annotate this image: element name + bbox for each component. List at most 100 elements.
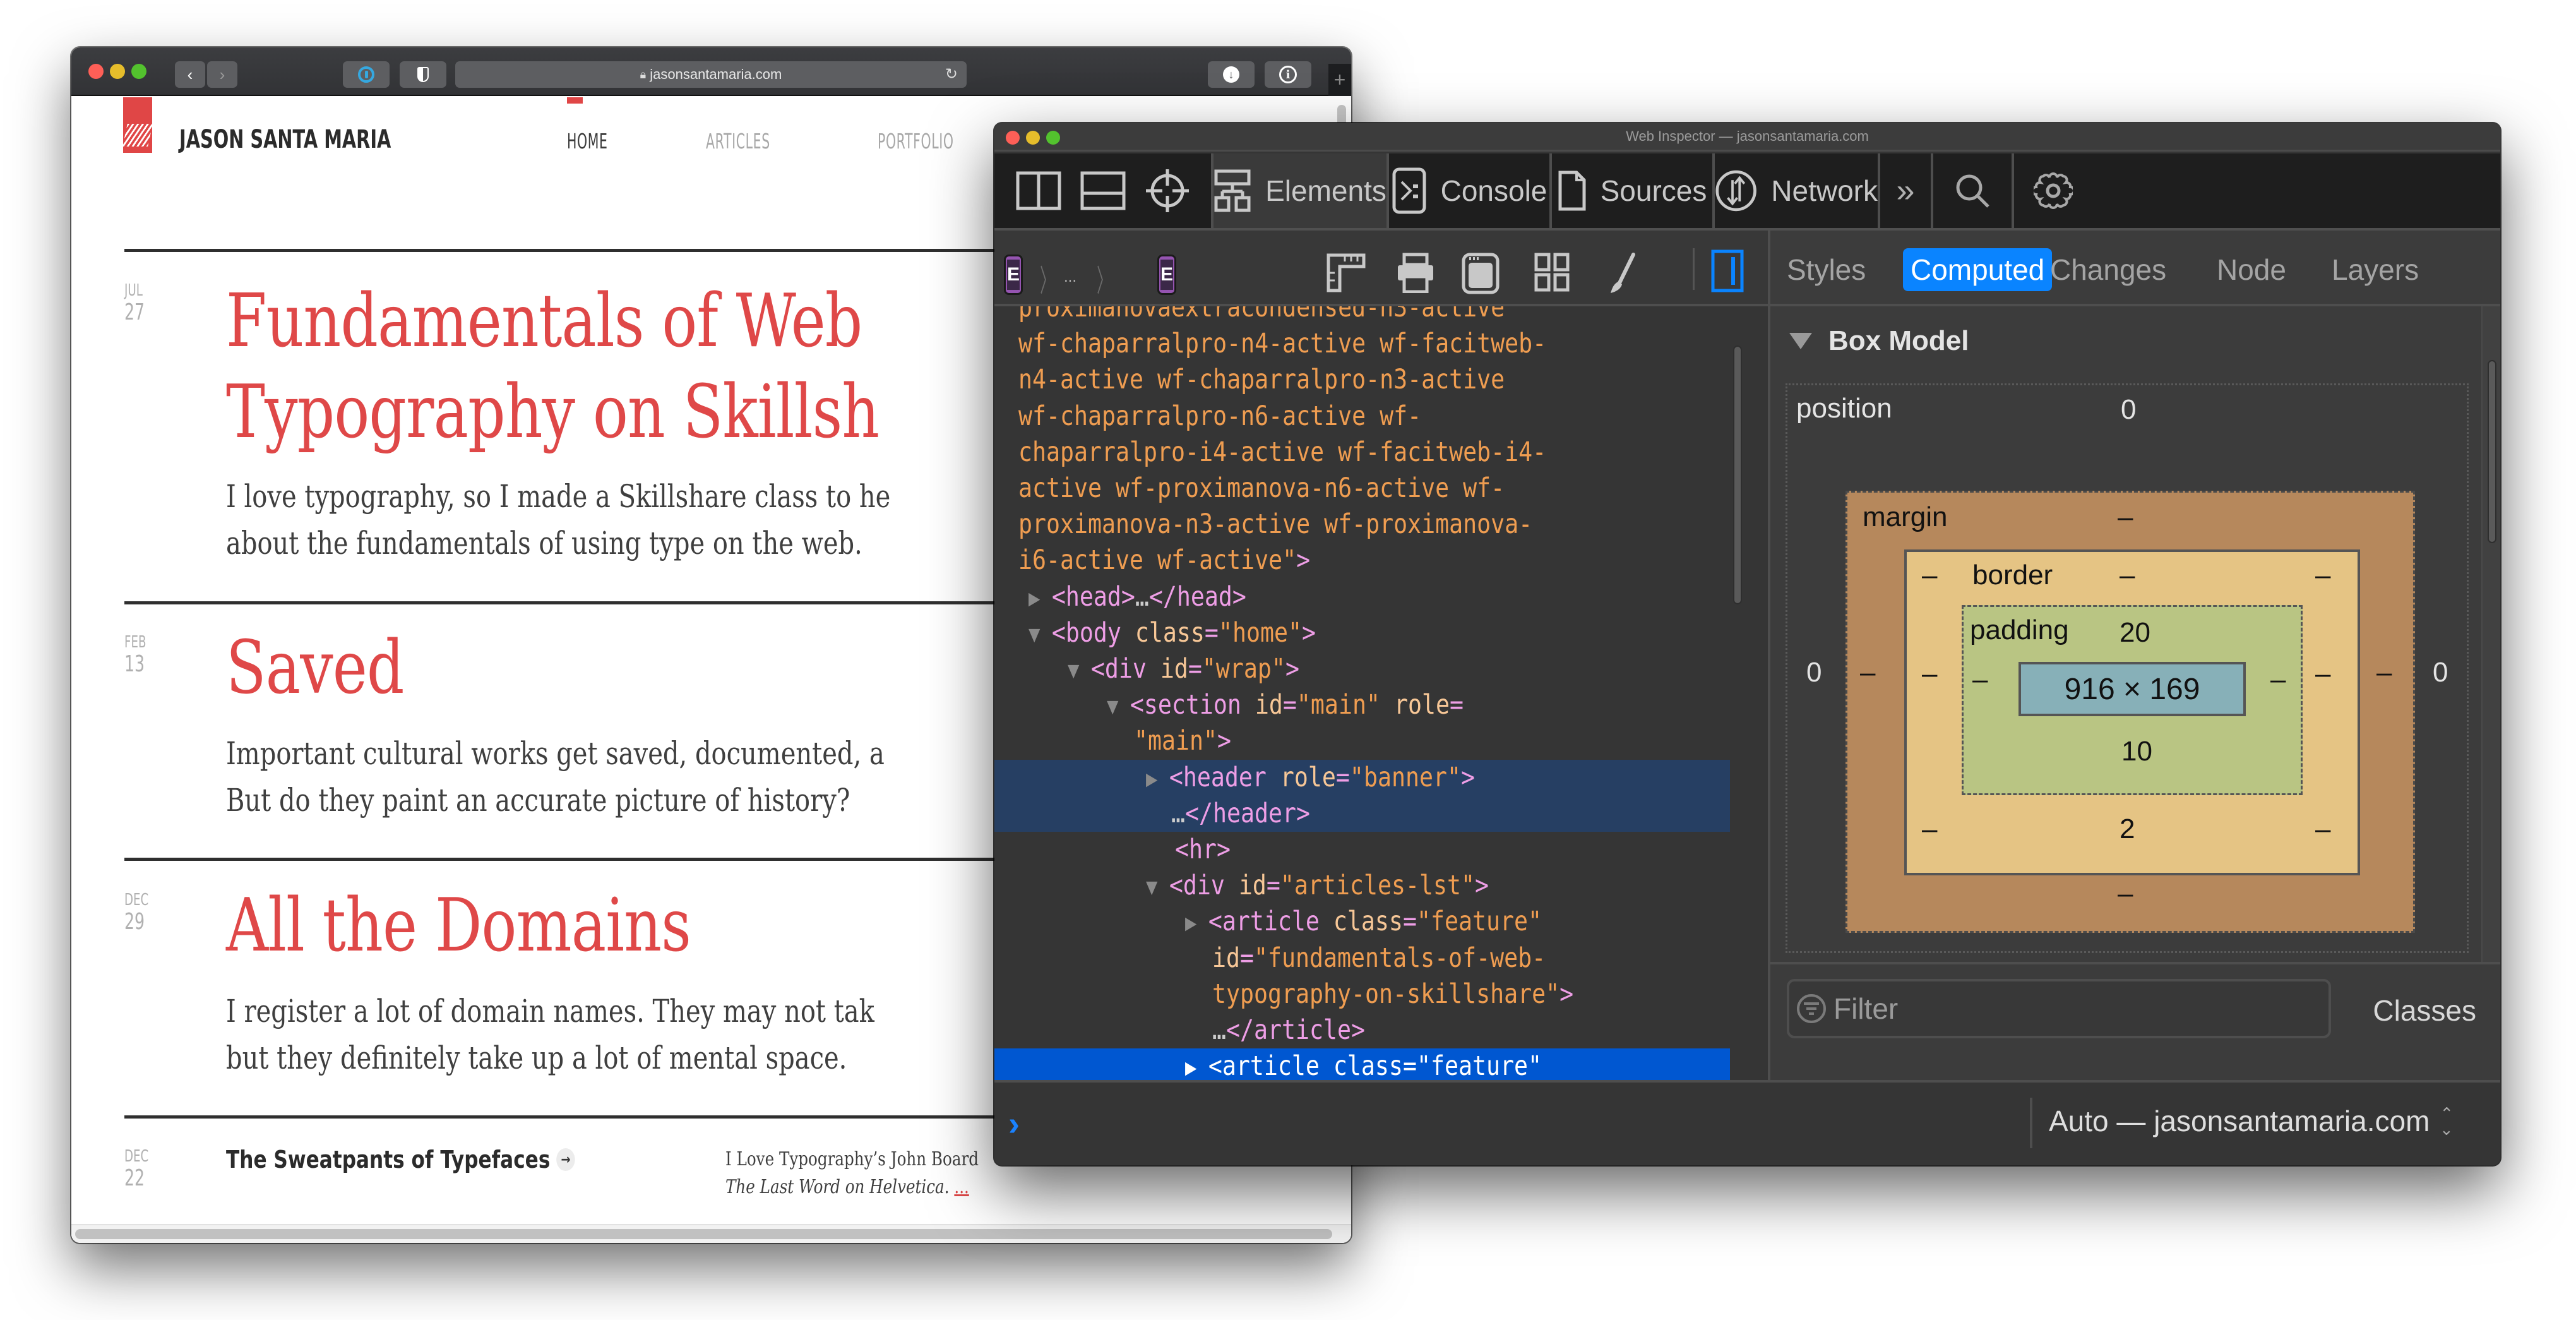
border-right[interactable]: – (2315, 658, 2330, 690)
padding-top[interactable]: 20 (2120, 617, 2150, 649)
breadcrumb-ellipsis[interactable]: ... (1064, 268, 1076, 286)
margin-top[interactable]: – (2118, 501, 2133, 533)
forward-button[interactable]: › (207, 61, 237, 88)
disclosure-expanded-icon[interactable]: ▼ (1068, 657, 1091, 683)
dom-node[interactable]: ▼ <div id="wrap"> (994, 651, 1730, 687)
dom-node[interactable]: ▼ <section id="main" role= (994, 687, 1730, 723)
disclosure-expanded-icon[interactable]: ▼ (1107, 693, 1130, 719)
sidebar-scrollbar[interactable] (2488, 360, 2496, 543)
disclosure-expanded-icon[interactable]: ▼ (1029, 621, 1052, 647)
horizontal-scrollbar[interactable] (75, 1229, 1332, 1239)
classes-toggle-button[interactable]: Classes (2373, 993, 2476, 1028)
computed-filter[interactable] (1787, 979, 2331, 1038)
position-top[interactable]: 0 (2121, 394, 2136, 426)
position-right[interactable]: 0 (2433, 657, 2448, 688)
nav-articles[interactable]: ARTICLES (706, 129, 770, 153)
dom-node[interactable]: n4-active wf-chaparralpro-n3-active (994, 362, 1730, 398)
padding-right[interactable]: – (2270, 664, 2286, 695)
dom-node[interactable]: id="fundamentals-of-web- (994, 940, 1730, 976)
rulers-icon[interactable] (1326, 253, 1366, 293)
dom-node[interactable]: proximanova-n3-active wf-proximanova- (994, 507, 1730, 543)
dom-node[interactable]: i6-active wf-active"> (994, 543, 1730, 579)
tab-network[interactable]: Network (1715, 153, 1880, 228)
sidebar-toggle-icon[interactable] (1711, 249, 1744, 292)
disclosure-expanded-icon[interactable]: ▼ (1146, 874, 1169, 900)
box-model-section-header[interactable]: Box Model (1789, 325, 1969, 357)
tab-node[interactable]: Node (2209, 248, 2294, 291)
dom-node[interactable]: active wf-proximanova-n6-active wf- (994, 471, 1730, 507)
tab-changes[interactable]: Changes (2042, 248, 2174, 291)
border-left[interactable]: – (1922, 658, 1937, 690)
dom-node[interactable]: <hr> (994, 832, 1730, 868)
dom-node-selected[interactable]: ▶ <article class="feature" (994, 1048, 1730, 1080)
dom-node[interactable]: wf-chaparralpro-n4-active wf-facitweb- (994, 326, 1730, 362)
print-styles-icon[interactable] (1395, 253, 1436, 293)
margin-bottom[interactable]: – (2118, 878, 2133, 909)
dom-node[interactable]: …</header> (994, 795, 1730, 832)
downloads-button[interactable]: ↓ (1208, 61, 1255, 88)
password-manager-button[interactable] (343, 61, 390, 88)
dom-node[interactable]: "main"> (994, 723, 1730, 759)
dom-tree[interactable]: proximanovaextracondensed-n3-active wf-ch… (994, 306, 1768, 1080)
tab-elements[interactable]: Elements (1213, 153, 1389, 228)
close-window-button[interactable] (88, 64, 104, 79)
more-tabs-button[interactable]: » (1880, 153, 1933, 228)
dom-node[interactable]: ▶ <article class="feature" (994, 904, 1730, 940)
padding-bottom[interactable]: 10 (2121, 736, 2152, 767)
disclosure-collapsed-icon[interactable]: ▶ (1185, 1055, 1208, 1080)
site-logo[interactable] (122, 97, 153, 153)
privacy-report-button[interactable] (400, 61, 446, 88)
dom-node[interactable]: ▼ <body class="home"> (994, 615, 1730, 651)
compositing-borders-icon[interactable] (1534, 253, 1570, 292)
back-button[interactable]: ‹ (175, 61, 205, 88)
tab-sources[interactable]: Sources (1552, 153, 1715, 228)
article-title[interactable]: Fundamentals of Web Typography on Skills… (226, 276, 880, 458)
article-title[interactable]: Saved (226, 623, 404, 714)
nav-portfolio[interactable]: PORTFOLIO (878, 129, 954, 153)
element-picker-icon[interactable] (1145, 168, 1190, 213)
breadcrumb-html[interactable]: E (1004, 255, 1023, 295)
article-title[interactable]: All the Domains (226, 880, 691, 971)
execution-context-select[interactable]: Auto — jasonsantamaria.com ⌃ ⌃ (2049, 1104, 2454, 1138)
dom-node[interactable]: typography-on-skillshare"> (994, 976, 1730, 1012)
zoom-window-button[interactable] (131, 64, 146, 79)
margin-right[interactable]: – (2376, 657, 2392, 688)
tab-styles[interactable]: Styles (1779, 248, 1873, 291)
dom-node[interactable]: chaparralpro-i4-active wf-facitweb-i4- (994, 435, 1730, 471)
settings-button[interactable] (2014, 153, 2092, 228)
site-title[interactable]: JASON SANTA MARIA (179, 125, 391, 154)
dom-tree-scrollbar[interactable] (1733, 345, 1742, 604)
dom-node[interactable]: ▼ <div id="articles-lst"> (994, 868, 1730, 904)
disclosure-collapsed-icon[interactable]: ▶ (1185, 910, 1208, 936)
position-left[interactable]: 0 (1806, 657, 1822, 688)
filter-input[interactable] (1834, 992, 2313, 1026)
link-post-title[interactable]: The Sweatpants of Typefaces → (226, 1146, 575, 1173)
nav-home[interactable]: HOME (567, 129, 608, 153)
breadcrumb-current-element[interactable]: E (1157, 255, 1176, 295)
dom-node[interactable]: proximanovaextracondensed-n3-active (994, 306, 1730, 326)
info-button[interactable]: i (1265, 61, 1311, 88)
tab-layers[interactable]: Layers (2324, 248, 2426, 291)
disclosure-collapsed-icon[interactable]: ▶ (1029, 585, 1052, 611)
disclosure-collapsed-icon[interactable]: ▶ (1146, 766, 1169, 792)
search-button[interactable] (1933, 153, 2014, 228)
box-model-content-size[interactable]: 916 × 169 (2018, 662, 2246, 716)
dom-node[interactable]: …</article> (994, 1012, 1730, 1048)
reload-icon[interactable]: ↻ (945, 65, 958, 83)
border-top[interactable]: – (2120, 560, 2135, 591)
read-more-link[interactable]: ... (954, 1176, 969, 1198)
tab-computed[interactable]: Computed (1903, 248, 2053, 291)
dock-side-icon[interactable] (1016, 171, 1061, 210)
tab-console[interactable]: Console (1389, 153, 1552, 228)
minimize-window-button[interactable] (110, 64, 125, 79)
paint-flashing-icon[interactable] (1608, 253, 1636, 294)
padding-left[interactable]: – (1972, 664, 1988, 695)
arrow-right-icon[interactable]: → (556, 1148, 575, 1171)
quick-console[interactable]: › Auto — jasonsantamaria.com ⌃ ⌃ (994, 1080, 2500, 1165)
address-bar[interactable]: 🔒︎ jasonsantamaria.com ↻ (455, 61, 967, 88)
layout-overlay-icon[interactable] (1462, 253, 1500, 294)
dock-bottom-icon[interactable] (1080, 171, 1126, 210)
border-bottom[interactable]: 2 (2120, 813, 2135, 845)
dom-node[interactable]: ▶ <header role="banner"> (994, 759, 1730, 796)
new-tab-button[interactable]: + (1328, 64, 1351, 96)
